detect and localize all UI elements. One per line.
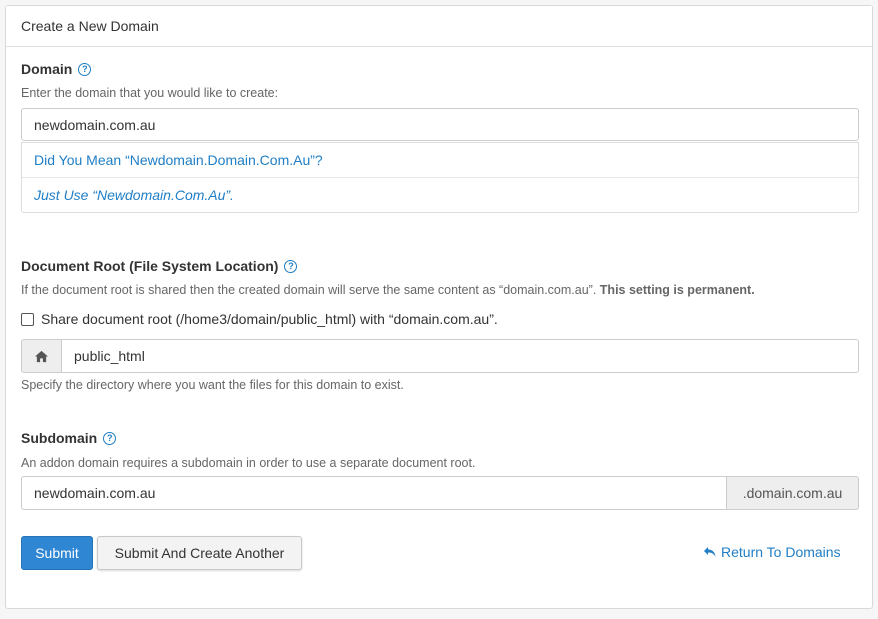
docroot-input-group: public_html [21, 339, 859, 373]
docroot-hint: If the document root is shared then the … [21, 283, 755, 297]
suggestion-just-use[interactable]: Just Use “Newdomain.Com.Au”. [22, 177, 858, 212]
return-to-domains-link[interactable]: Return To Domains [703, 544, 841, 560]
docroot-label: Document Root (File System Location) [21, 258, 279, 274]
share-docroot-label[interactable]: Share document root (/home3/domain/publi… [41, 311, 498, 327]
subdomain-input-group: newdomain.com.au .domain.com.au [21, 476, 859, 510]
domain-hint: Enter the domain that you would like to … [21, 86, 279, 100]
docroot-permanent-note: This setting is permanent. [599, 283, 755, 297]
domain-suggestions: Did You Mean “Newdomain.Domain.Com.Au”? … [21, 142, 859, 213]
docroot-hint-text: If the document root is shared then the … [21, 283, 597, 297]
help-icon[interactable]: ? [284, 259, 298, 273]
share-docroot-row: Share document root (/home3/domain/publi… [21, 311, 498, 327]
domain-input[interactable]: newdomain.com.au [21, 108, 859, 141]
domain-label: Domain [21, 61, 73, 77]
undo-arrow-icon [703, 546, 717, 558]
suggestion-did-you-mean[interactable]: Did You Mean “Newdomain.Domain.Com.Au”? [22, 143, 858, 177]
panel-title: Create a New Domain [6, 6, 872, 47]
subdomain-hint: An addon domain requires a subdomain in … [21, 456, 476, 470]
domain-label-row: Domain ? [21, 61, 92, 77]
submit-button[interactable]: Submit [21, 536, 93, 570]
docroot-hint2: Specify the directory where you want the… [21, 378, 404, 392]
home-icon [21, 339, 62, 373]
subdomain-label: Subdomain [21, 430, 98, 446]
docroot-input[interactable]: public_html [62, 339, 859, 373]
submit-and-create-another-button[interactable]: Submit And Create Another [97, 536, 302, 570]
subdomain-suffix: .domain.com.au [727, 476, 859, 510]
docroot-label-row: Document Root (File System Location) ? [21, 258, 298, 274]
help-icon[interactable]: ? [78, 62, 92, 76]
subdomain-label-row: Subdomain ? [21, 430, 117, 446]
return-to-domains-label[interactable]: Return To Domains [721, 544, 841, 560]
share-docroot-checkbox[interactable] [21, 312, 34, 326]
subdomain-input[interactable]: newdomain.com.au [21, 476, 727, 510]
help-icon[interactable]: ? [103, 431, 117, 445]
